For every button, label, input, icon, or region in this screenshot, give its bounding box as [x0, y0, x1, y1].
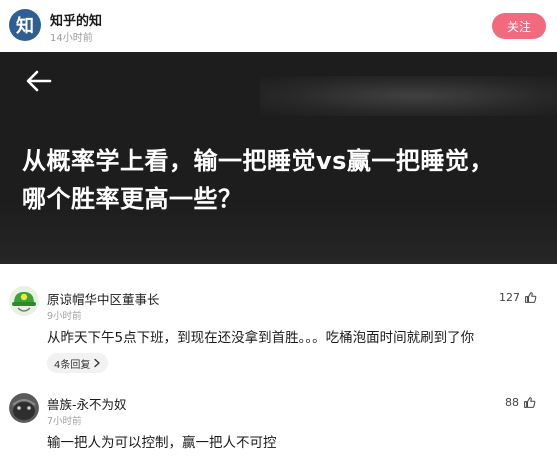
post-timestamp: 14小时前: [50, 33, 93, 44]
question-title-line-1: 从概率学上看，输一把睡觉vs赢一把睡觉，: [22, 147, 494, 175]
dark-animal-avatar-icon: [9, 393, 39, 423]
follow-button[interactable]: 关注: [492, 13, 546, 39]
like-button[interactable]: 127: [499, 291, 537, 304]
question-title-line-2: 哪个胜率更高一些？: [22, 185, 243, 213]
like-count: 88: [505, 396, 519, 409]
commenter-avatar[interactable]: [9, 286, 39, 316]
comment-text: 输一把人为可以控制，赢一把人不可控: [47, 435, 277, 451]
like-button[interactable]: 88: [505, 396, 536, 409]
chevron-right-icon: [94, 358, 101, 368]
comment-timestamp: 9小时前: [47, 311, 82, 322]
view-replies-button[interactable]: 4条回复: [47, 353, 109, 373]
comment-timestamp: 7小时前: [47, 416, 82, 427]
author-header: 知 知乎的知 14小时前 关注: [0, 0, 557, 52]
reply-count-label: 4条回复: [54, 359, 91, 371]
like-count: 127: [499, 291, 520, 304]
back-button[interactable]: [22, 66, 56, 96]
thumbs-up-icon: [525, 292, 537, 303]
commenter-name[interactable]: 兽族-永不为奴: [47, 394, 127, 413]
comment-list: 原谅帽华中区董事长 9小时前 127 从昨天下午5点下班，到现在还没拿到首胜。。…: [0, 264, 557, 457]
author-name[interactable]: 知乎的知: [50, 10, 102, 29]
hero-shading: [260, 76, 557, 116]
commenter-name[interactable]: 原谅帽华中区董事长: [47, 289, 160, 308]
comment-text: 从昨天下午5点下班，到现在还没拿到首胜。。。吃桶泡面时间就刷到了你: [47, 330, 475, 346]
thumbs-up-icon: [524, 397, 536, 408]
question-title[interactable]: 从概率学上看，输一把睡觉vs赢一把睡觉， 哪个胜率更高一些？: [22, 142, 542, 218]
author-avatar[interactable]: 知: [9, 9, 41, 41]
question-hero: 从概率学上看，输一把睡觉vs赢一把睡觉， 哪个胜率更高一些？: [0, 52, 557, 264]
green-hat-avatar-icon: [9, 286, 39, 316]
commenter-avatar[interactable]: [9, 393, 39, 423]
arrow-left-icon: [26, 70, 52, 92]
